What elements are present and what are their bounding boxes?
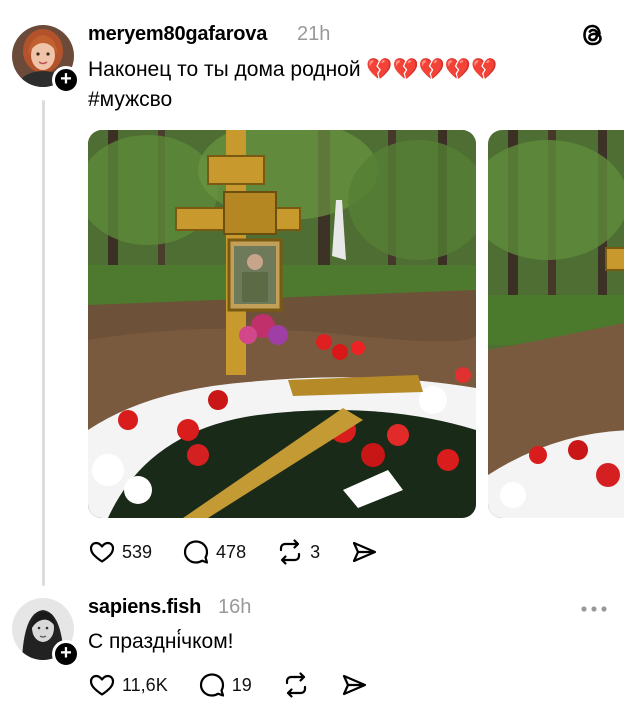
- heart-icon: [89, 674, 115, 696]
- like-count: 11,6K: [122, 674, 168, 695]
- share-button[interactable]: [340, 671, 368, 699]
- post-photo-2[interactable]: [488, 130, 624, 518]
- media-carousel[interactable]: [88, 130, 624, 518]
- thread-connector-line: [42, 100, 45, 586]
- repost-icon: [279, 539, 301, 565]
- follow-plus-icon[interactable]: +: [52, 66, 80, 94]
- repost-button[interactable]: 3: [276, 538, 320, 566]
- more-dots-icon[interactable]: [580, 604, 608, 614]
- comment-count: 478: [216, 541, 247, 562]
- repost-count: 3: [310, 541, 321, 562]
- post-caption: Наконец то ты дома родной 💔💔💔💔💔: [88, 58, 498, 81]
- post-hashtag-link[interactable]: #мужсво: [88, 88, 172, 112]
- comment-bubble-icon: [199, 673, 224, 697]
- repost-button[interactable]: [282, 671, 310, 699]
- post-username[interactable]: meryem80gafarova: [88, 23, 267, 46]
- post-actions-bar: 539 478 3: [88, 538, 408, 566]
- send-icon: [353, 541, 377, 563]
- reply-text: С праздні́чком!: [88, 630, 234, 653]
- repost-icon: [285, 672, 306, 698]
- like-button[interactable]: 11,6K: [88, 671, 168, 699]
- comment-bubble-icon: [183, 540, 209, 564]
- post-photo-1[interactable]: [88, 130, 476, 518]
- follow-plus-icon[interactable]: +: [52, 640, 80, 668]
- heart-icon: [89, 541, 115, 563]
- comment-button[interactable]: 478: [182, 538, 246, 566]
- post-timestamp: 21h: [297, 23, 331, 45]
- comment-button[interactable]: 19: [198, 671, 252, 699]
- reply-actions-bar: 11,6K 19: [88, 671, 398, 699]
- reply-username[interactable]: sapiens.fish: [88, 596, 201, 619]
- reply-timestamp: 16h: [218, 596, 252, 618]
- like-button[interactable]: 539: [88, 538, 152, 566]
- threads-logo-icon[interactable]: [578, 20, 608, 50]
- send-icon: [342, 674, 366, 696]
- comment-count: 19: [231, 674, 252, 695]
- share-button[interactable]: [350, 538, 378, 566]
- like-count: 539: [122, 541, 153, 562]
